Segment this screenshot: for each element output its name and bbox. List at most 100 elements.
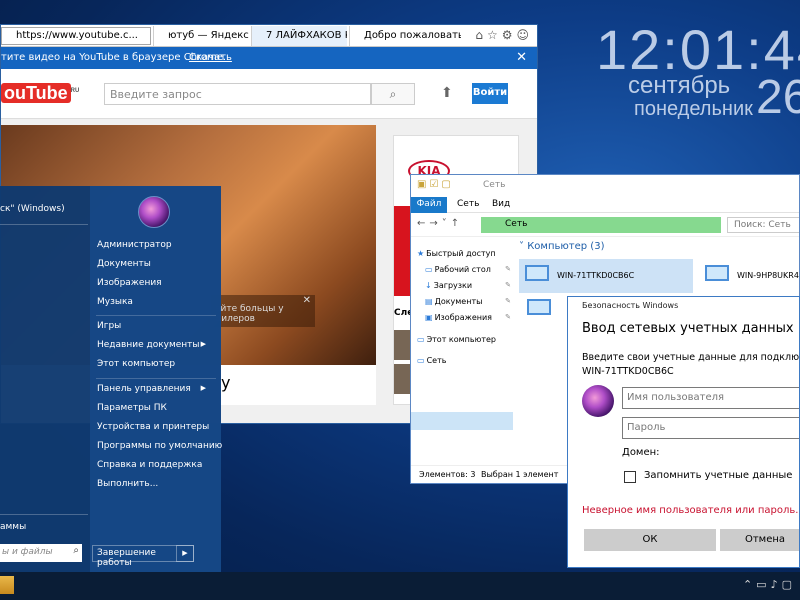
user-avatar[interactable] xyxy=(138,196,170,228)
domain-label: Домен: xyxy=(622,447,660,458)
search-button[interactable]: ⌕ xyxy=(371,83,415,105)
chevron-down-icon: ˅ xyxy=(519,241,528,252)
clock-month: сентябрь xyxy=(628,72,731,99)
start-item-default-programs[interactable]: Программы по умолчанию xyxy=(97,441,222,451)
address-bar[interactable]: Сеть xyxy=(481,217,721,233)
system-tray[interactable]: ⌃▭♪▢ xyxy=(743,578,796,591)
clock-time: 12:01:44 xyxy=(596,18,800,81)
browser-toolbar-icons[interactable]: ⌂☆⚙☺ xyxy=(475,28,533,42)
start-menu-programs: ск" (Windows) аммы ы и файлы ⌕ xyxy=(0,186,90,572)
ribbon-tabs: Файл Сеть Вид xyxy=(411,197,799,213)
ok-button[interactable]: ОК xyxy=(584,529,716,551)
pin-icon[interactable]: ✎ xyxy=(505,297,511,305)
star-icon: ★ xyxy=(417,249,425,258)
start-item-computer[interactable]: Этот компьютер xyxy=(97,359,175,369)
tree-item-network[interactable]: ▭ Сеть xyxy=(417,356,446,365)
navigation-bar: ←→˅↑ Сеть Поиск: Сеть xyxy=(411,213,799,237)
tree-item-desktop[interactable]: ▭ Рабочий стол xyxy=(425,265,491,274)
notification-icon[interactable]: ▢ xyxy=(782,578,796,591)
tree-item-downloads[interactable]: ↓ Загрузки xyxy=(425,281,472,290)
tab-yandex[interactable]: ютуб — Яндекс: на... xyxy=(153,26,249,46)
selection-highlight xyxy=(411,412,513,430)
divider xyxy=(96,378,216,379)
download-icon: ↓ xyxy=(425,281,432,290)
start-item-pc-settings[interactable]: Параметры ПК xyxy=(97,403,167,413)
desktop-icon: ▭ xyxy=(425,265,433,274)
youtube-search-input[interactable]: Введите запрос xyxy=(104,83,371,105)
user-avatar xyxy=(582,385,614,417)
tree-item-quick-access[interactable]: ★ Быстрый доступ xyxy=(417,249,496,258)
chevron-right-icon: ▶ xyxy=(182,549,188,557)
divider xyxy=(0,514,88,515)
tab-welcome[interactable]: Добро пожаловать... xyxy=(349,26,461,46)
volume-icon[interactable]: ♪ xyxy=(771,578,782,591)
computer-icon xyxy=(525,265,549,281)
chevron-up-icon[interactable]: ⌃ xyxy=(743,578,756,591)
remember-label[interactable]: Запомнить учетные данные xyxy=(644,470,792,481)
tree-item-pictures[interactable]: ▣ Изображения xyxy=(425,313,492,322)
network-icon[interactable]: ▭ xyxy=(756,578,770,591)
window-title: Сеть xyxy=(483,180,506,190)
upload-icon[interactable]: ⬆ xyxy=(441,85,453,101)
pin-icon[interactable]: ✎ xyxy=(505,313,511,321)
group-header[interactable]: ˅ Компьютер (3) xyxy=(519,241,604,252)
shutdown-options-button[interactable]: ▶ xyxy=(176,545,194,562)
all-programs[interactable]: аммы xyxy=(0,522,26,532)
chevron-right-icon: ▶ xyxy=(200,340,206,348)
start-item-pictures[interactable]: Изображения xyxy=(97,278,162,288)
start-item-music[interactable]: Музыка xyxy=(97,297,133,307)
computer-item[interactable]: WIN-71TTKD0CB6C xyxy=(519,259,693,293)
tab-network[interactable]: Сеть xyxy=(457,199,479,209)
computer-item[interactable]: WIN-9HP8UKR4NV... xyxy=(699,259,799,293)
close-icon[interactable]: ✕ xyxy=(303,295,311,306)
pin-icon[interactable]: ✎ xyxy=(505,265,511,273)
computer-name: WIN-9HP8UKR4NV... xyxy=(737,271,799,280)
tab-view[interactable]: Вид xyxy=(492,199,510,209)
tab-file[interactable]: Файл xyxy=(411,197,447,213)
password-field[interactable]: Пароль xyxy=(622,417,799,439)
explorer-title-bar: ▣☑▢ Сеть xyxy=(411,175,799,197)
computer-icon[interactable] xyxy=(523,295,553,325)
start-item-devices[interactable]: Устройства и принтеры xyxy=(97,422,209,432)
cancel-button[interactable]: Отмена xyxy=(720,529,799,551)
tree-item-documents[interactable]: ▤ Документы xyxy=(425,297,482,306)
quick-access-toolbar-icons[interactable]: ▣☑▢ xyxy=(417,179,454,190)
clock-date: 26 xyxy=(756,71,800,124)
start-item-run[interactable]: Выполнить... xyxy=(97,479,158,489)
start-item-user[interactable]: Администратор xyxy=(97,240,172,250)
dialog-instructions: Введите свои учетные данные для подключе… xyxy=(582,352,800,377)
start-menu-pinned-item[interactable]: ск" (Windows) xyxy=(0,204,65,214)
start-item-help[interactable]: Справка и поддержка xyxy=(97,460,202,470)
tree-item-this-pc[interactable]: ▭ Этот компьютер xyxy=(417,335,496,344)
search-icon: ⌕ xyxy=(389,87,397,101)
start-item-games[interactable]: Игры xyxy=(97,321,121,331)
document-icon: ▤ xyxy=(425,297,433,306)
remember-checkbox[interactable] xyxy=(624,471,636,483)
search-input[interactable]: Поиск: Сеть xyxy=(727,217,799,233)
nav-arrows[interactable]: ←→˅↑ xyxy=(417,218,463,229)
computer-name: WIN-71TTKD0CB6C xyxy=(557,271,635,280)
clock-weekday: понедельник xyxy=(634,98,753,120)
error-message: Неверное имя пользователя или пароль. xyxy=(582,505,799,516)
chrome-notice-bar: тите видео на YouTube в браузере Chrome.… xyxy=(1,47,537,69)
login-button[interactable]: Войти xyxy=(472,83,508,104)
start-item-recent[interactable]: Недавние документы ▶ xyxy=(97,340,214,350)
username-field[interactable]: Имя пользователя xyxy=(622,387,799,409)
start-menu: ск" (Windows) аммы ы и файлы ⌕ Администра… xyxy=(0,186,222,572)
tab-lifehacks[interactable]: 7 ЛАЙФХАКОВ К... xyxy=(251,26,347,46)
computer-icon: ▭ xyxy=(417,335,425,344)
start-item-control-panel[interactable]: Панель управления ▶ xyxy=(97,384,214,394)
start-menu-places: Администратор Документы Изображения Музы… xyxy=(90,186,222,572)
close-icon[interactable]: ✕ xyxy=(516,50,527,65)
download-link[interactable]: Скачать xyxy=(189,52,232,63)
pin-icon[interactable]: ✎ xyxy=(505,281,511,289)
address-bar[interactable]: https://www.youtube.c... xyxy=(1,27,151,45)
dialog-caption: Безопасность Windows xyxy=(582,301,679,310)
start-button[interactable] xyxy=(0,576,14,594)
start-item-documents[interactable]: Документы xyxy=(97,259,151,269)
selection-count: Выбран 1 элемент xyxy=(481,470,559,479)
taskbar: ⌃▭♪▢ xyxy=(0,572,800,600)
video-annotation[interactable]: айте больцы у дилеров ✕ xyxy=(211,295,315,327)
start-search-input[interactable]: ы и файлы ⌕ xyxy=(0,544,82,562)
youtube-logo[interactable]: ouTube RU xyxy=(1,83,79,104)
